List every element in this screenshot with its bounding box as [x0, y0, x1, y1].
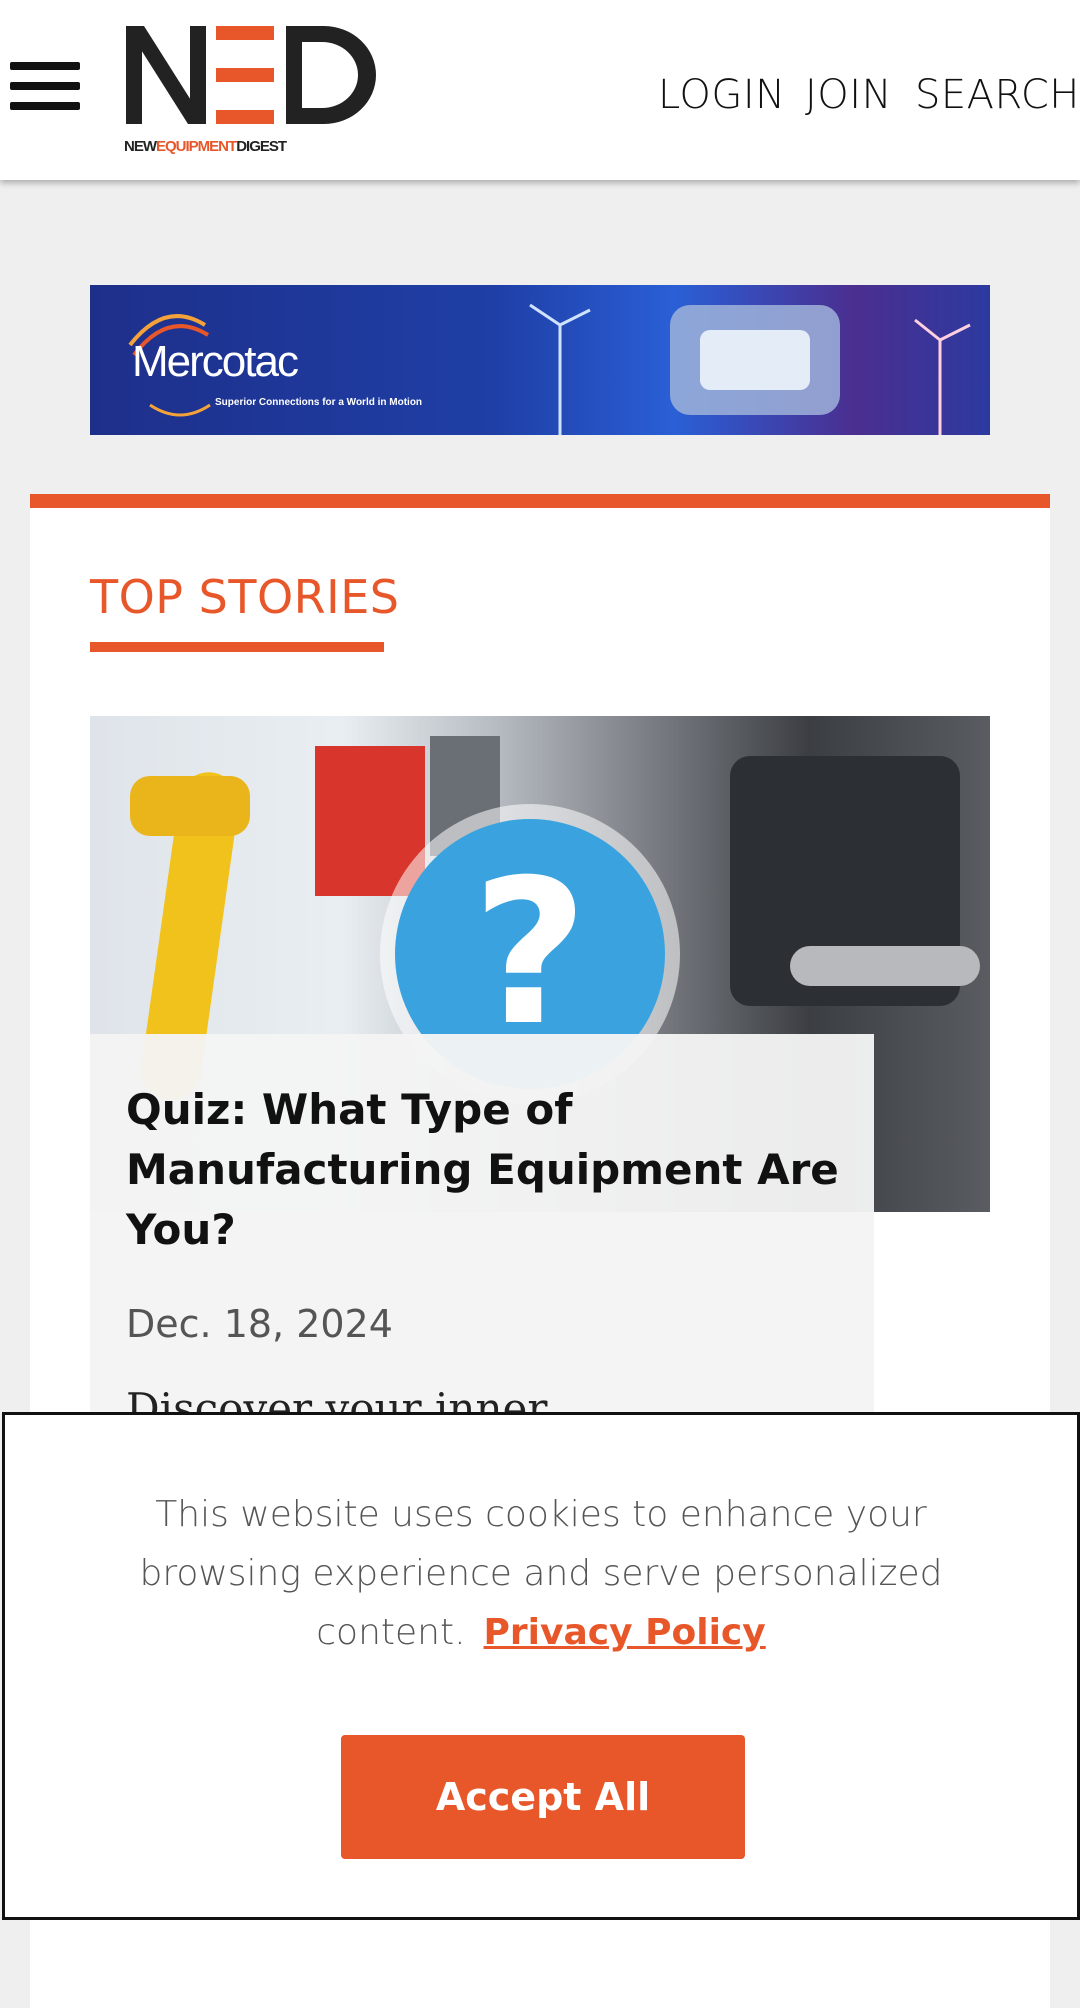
nav-login-link[interactable]: LOGIN — [658, 72, 786, 118]
cookie-message: This website uses cookies to enhance you… — [105, 1485, 977, 1662]
cookie-consent-banner: This website uses cookies to enhance you… — [2, 1412, 1080, 1920]
section-heading-underline — [90, 642, 384, 652]
story-date: Dec. 18, 2024 — [126, 1302, 393, 1346]
site-header: NEWEQUIPMENTDIGEST LOGIN JOIN SEARCH — [0, 0, 1080, 180]
ad-brand-name: Mercotac — [132, 337, 299, 386]
nav-search-link[interactable]: SEARCH — [915, 72, 1080, 118]
privacy-policy-link[interactable]: Privacy Policy — [484, 1612, 766, 1653]
ned-logo-mark — [126, 26, 376, 124]
ad-tagline: Superior Connections for a World in Moti… — [215, 397, 423, 408]
mercotac-ad-banner[interactable]: Mercotac Superior Connections for a Worl… — [90, 285, 990, 435]
story-title[interactable]: Quiz: What Type of Manufacturing Equipme… — [126, 1080, 846, 1260]
nav-join-link[interactable]: JOIN — [805, 72, 892, 118]
accept-all-button[interactable]: Accept All — [341, 1735, 745, 1859]
ned-logo[interactable]: NEWEQUIPMENTDIGEST — [124, 20, 380, 162]
hamburger-menu-icon[interactable] — [10, 62, 80, 110]
section-heading: TOP STORIES — [90, 570, 400, 624]
image-spindle — [790, 946, 980, 986]
image-robot-head — [130, 776, 250, 836]
logo-subtitle: NEWEQUIPMENTDIGEST — [124, 138, 287, 155]
